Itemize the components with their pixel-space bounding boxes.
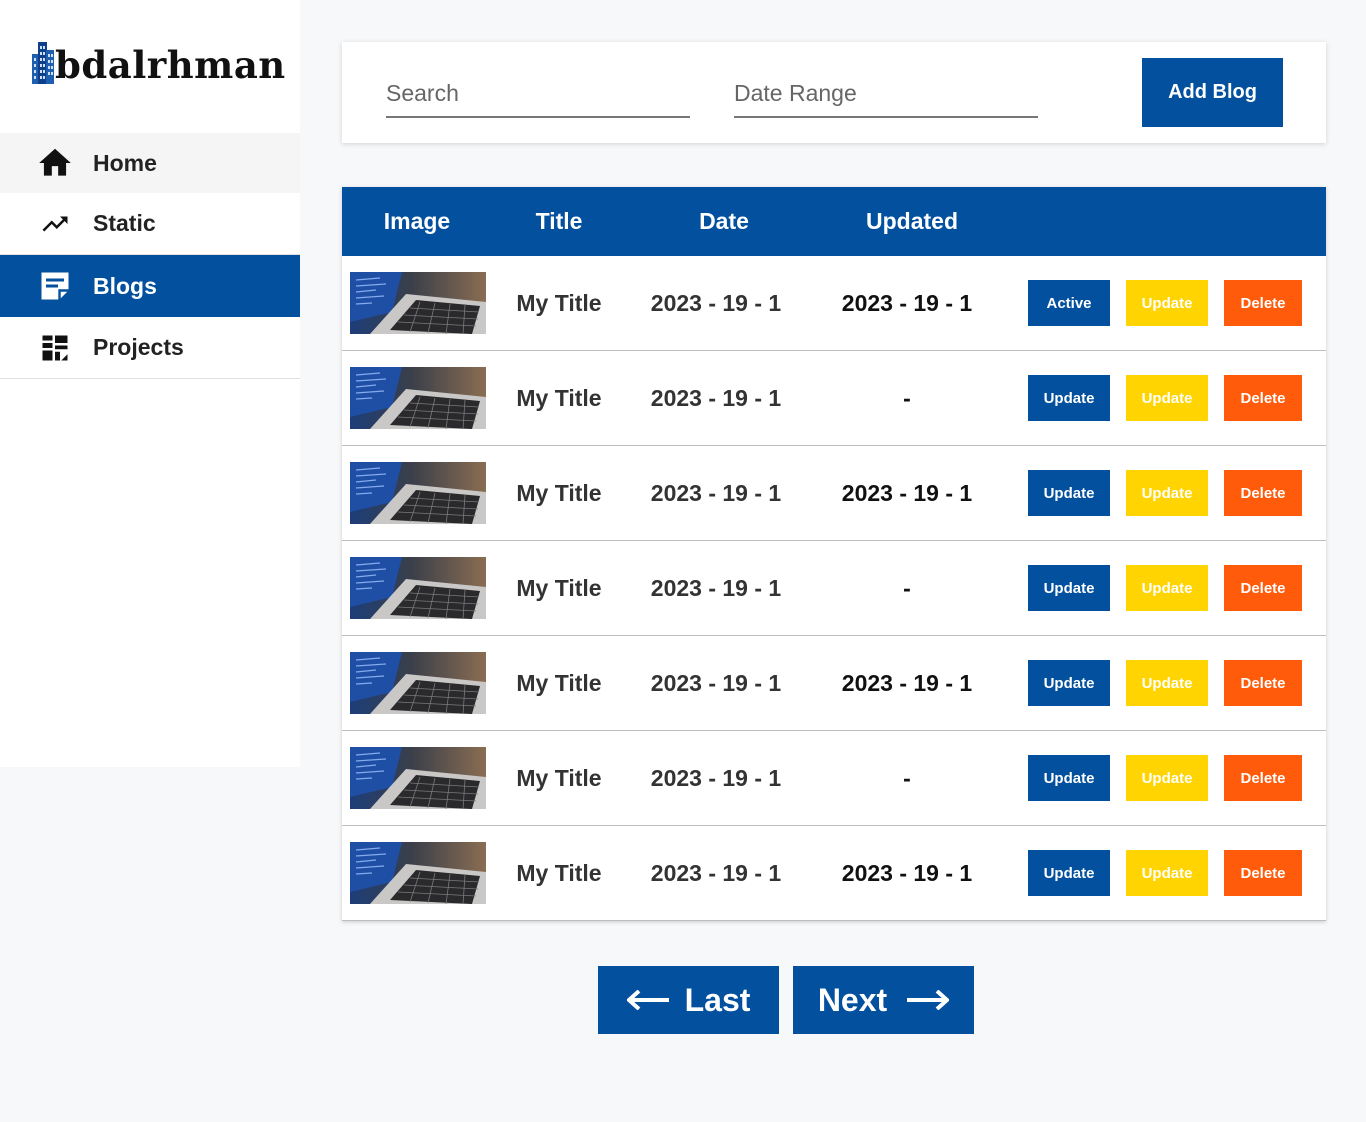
sidebar-nav: Home Static Blogs Projects	[0, 133, 300, 379]
blog-thumbnail	[350, 652, 486, 714]
blog-date: 2023 - 19 - 1	[650, 860, 782, 886]
blog-thumbnail	[350, 747, 486, 809]
status-button[interactable]: Update	[1028, 850, 1110, 896]
blog-title: My Title	[516, 765, 602, 791]
status-button[interactable]: Update	[1028, 375, 1110, 421]
table-row: My Title 2023 - 19 - 1 - Update Update D…	[342, 351, 1326, 446]
update-button[interactable]: Update	[1126, 660, 1208, 706]
building-logo-icon	[32, 42, 54, 84]
blogs-table: Image Title Date Updated My Title 2023 -…	[342, 187, 1326, 921]
column-header-updated: Updated	[866, 208, 958, 234]
update-button[interactable]: Update	[1126, 470, 1208, 516]
arrow-left-icon	[626, 990, 669, 1010]
blog-title: My Title	[516, 575, 602, 601]
blog-title: My Title	[516, 860, 602, 886]
sidebar-item-label: Blogs	[93, 272, 157, 299]
dashboard-icon	[36, 329, 74, 367]
update-button[interactable]: Update	[1126, 280, 1208, 326]
logo[interactable]: bdalrhman	[32, 34, 286, 84]
update-button[interactable]: Update	[1126, 565, 1208, 611]
update-button[interactable]: Update	[1126, 755, 1208, 801]
blog-date: 2023 - 19 - 1	[650, 480, 782, 506]
blog-title: My Title	[516, 385, 602, 411]
sidebar-item-projects[interactable]: Projects	[0, 317, 300, 379]
blog-title: My Title	[516, 290, 602, 316]
table-header: Image Title Date Updated	[342, 187, 1326, 256]
blog-updated: 2023 - 19 - 1	[841, 480, 973, 506]
blog-date: 2023 - 19 - 1	[650, 385, 782, 411]
sidebar-item-home[interactable]: Home	[0, 133, 300, 193]
search-field	[386, 70, 690, 118]
table-row: My Title 2023 - 19 - 1 2023 - 19 - 1 Act…	[342, 256, 1326, 351]
table-row: My Title 2023 - 19 - 1 2023 - 19 - 1 Upd…	[342, 636, 1326, 731]
blog-date: 2023 - 19 - 1	[650, 765, 782, 791]
date-range-input[interactable]	[734, 70, 1038, 116]
pagination-last-label: Last	[684, 981, 751, 1018]
update-button[interactable]: Update	[1126, 850, 1208, 896]
sidebar-item-static[interactable]: Static	[0, 193, 300, 255]
table-body: My Title 2023 - 19 - 1 2023 - 19 - 1 Act…	[342, 256, 1326, 921]
sidebar-item-blogs[interactable]: Blogs	[0, 255, 300, 317]
table-row: My Title 2023 - 19 - 1 - Update Update D…	[342, 541, 1326, 636]
blog-updated: -	[903, 385, 911, 411]
update-button[interactable]: Update	[1126, 375, 1208, 421]
blog-title: My Title	[516, 480, 602, 506]
blog-date: 2023 - 19 - 1	[650, 670, 782, 696]
blog-date: 2023 - 19 - 1	[650, 575, 782, 601]
blog-updated: 2023 - 19 - 1	[841, 290, 973, 316]
column-header-image: Image	[383, 208, 451, 234]
blog-title: My Title	[516, 670, 602, 696]
status-button[interactable]: Update	[1028, 565, 1110, 611]
column-header-date: Date	[699, 208, 749, 234]
brand-name: bdalrhman	[55, 43, 286, 87]
home-icon	[36, 144, 74, 182]
blog-thumbnail	[350, 842, 486, 904]
article-icon	[36, 267, 74, 305]
pagination-last-button[interactable]: Last	[598, 966, 779, 1034]
arrow-right-icon	[907, 990, 950, 1010]
sidebar: bdalrhman Home Static Blogs Projects	[0, 0, 300, 767]
sidebar-item-label: Projects	[93, 334, 184, 360]
blog-thumbnail	[350, 462, 486, 524]
delete-button[interactable]: Delete	[1224, 280, 1302, 326]
blog-updated: -	[903, 765, 911, 791]
table-row: My Title 2023 - 19 - 1 - Update Update D…	[342, 731, 1326, 826]
blog-updated: 2023 - 19 - 1	[841, 860, 973, 886]
table-row: My Title 2023 - 19 - 1 2023 - 19 - 1 Upd…	[342, 446, 1326, 541]
status-button[interactable]: Active	[1028, 280, 1110, 326]
delete-button[interactable]: Delete	[1224, 850, 1302, 896]
delete-button[interactable]: Delete	[1224, 755, 1302, 801]
blog-thumbnail	[350, 367, 486, 429]
pagination-next-label: Next	[817, 981, 888, 1018]
delete-button[interactable]: Delete	[1224, 565, 1302, 611]
date-range-field	[734, 70, 1038, 118]
add-blog-button[interactable]: Add Blog	[1142, 58, 1283, 127]
delete-button[interactable]: Delete	[1224, 375, 1302, 421]
column-header-title: Title	[535, 208, 583, 234]
search-input[interactable]	[386, 70, 690, 116]
delete-button[interactable]: Delete	[1224, 660, 1302, 706]
sidebar-item-label: Home	[93, 149, 157, 176]
pagination-next-button[interactable]: Next	[793, 966, 974, 1034]
blog-thumbnail	[350, 557, 486, 619]
blog-updated: 2023 - 19 - 1	[841, 670, 973, 696]
blog-updated: -	[903, 575, 911, 601]
status-button[interactable]: Update	[1028, 470, 1110, 516]
table-row: My Title 2023 - 19 - 1 2023 - 19 - 1 Upd…	[342, 826, 1326, 921]
trending-up-icon	[36, 205, 74, 243]
status-button[interactable]: Update	[1028, 755, 1110, 801]
sidebar-item-label: Static	[93, 210, 156, 236]
blog-date: 2023 - 19 - 1	[650, 290, 782, 316]
toolbar: Add Blog	[342, 42, 1326, 143]
blog-thumbnail	[350, 272, 486, 334]
delete-button[interactable]: Delete	[1224, 470, 1302, 516]
status-button[interactable]: Update	[1028, 660, 1110, 706]
